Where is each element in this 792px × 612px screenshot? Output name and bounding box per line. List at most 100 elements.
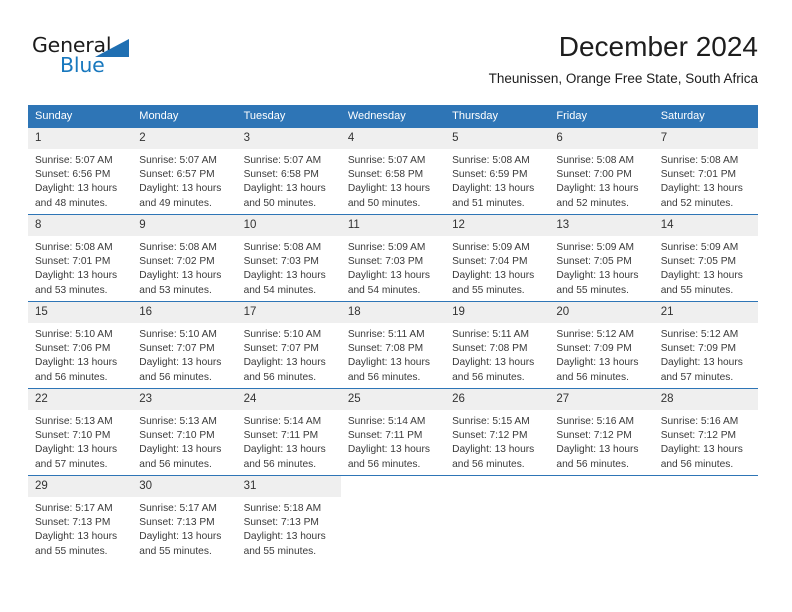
daylight-text: Daylight: 13 hours and 49 minutes. [139, 183, 222, 209]
sunset-text: Sunset: 7:01 PM [35, 256, 111, 268]
calendar-day-cell[interactable]: 17 Sunrise: 5:10 AM Sunset: 7:07 PM Dayligh… [236, 301, 341, 389]
sunrise-text: Sunrise: 5:15 AM [452, 416, 530, 427]
calendar-day-cell[interactable]: 18 Sunrise: 5:11 AM Sunset: 7:08 PM Dayligh… [340, 301, 446, 389]
calendar-day-cell[interactable]: 11 Sunrise: 5:09 AM Sunset: 7:03 PM Dayligh… [340, 214, 446, 302]
sunset-text: Sunset: 7:02 PM [139, 256, 215, 268]
day-details: Sunrise: 5:16 AM Sunset: 7:12 PM Daylight:… [654, 410, 758, 472]
sunrise-text: Sunrise: 5:10 AM [243, 329, 322, 340]
day-number: 31 [236, 476, 341, 497]
day-number: 4 [340, 128, 446, 149]
day-cell-inner: 8 Sunrise: 5:08 AM Sunset: 7:01 PM Daylight… [28, 215, 133, 301]
sunset-text: Sunset: 7:13 PM [139, 517, 215, 529]
sunrise-text: Sunrise: 5:14 AM [243, 416, 322, 427]
sunrise-text: Sunrise: 5:13 AM [35, 416, 113, 427]
sunset-text: Sunset: 7:07 PM [139, 343, 215, 355]
day-details: Sunrise: 5:08 AM Sunset: 7:03 PM Daylight:… [237, 236, 341, 298]
calendar-day-cell[interactable]: 1 Sunrise: 5:07 AM Sunset: 6:56 PM Daylight… [28, 127, 133, 215]
calendar-day-cell[interactable]: 24 Sunrise: 5:14 AM Sunset: 7:11 PM Dayligh… [236, 388, 341, 476]
calendar-day-cell[interactable]: 23 Sunrise: 5:13 AM Sunset: 7:10 PM Dayligh… [132, 388, 237, 476]
sunrise-text: Sunrise: 5:16 AM [556, 416, 634, 427]
calendar-day-cell[interactable]: 27 Sunrise: 5:16 AM Sunset: 7:12 PM Dayligh… [549, 388, 654, 476]
sunset-text: Sunset: 7:10 PM [139, 430, 215, 442]
day-details: Sunrise: 5:09 AM Sunset: 7:05 PM Daylight:… [549, 236, 653, 298]
calendar-day-cell[interactable]: 16 Sunrise: 5:10 AM Sunset: 7:07 PM Dayligh… [132, 301, 237, 389]
calendar-day-cell[interactable]: 12 Sunrise: 5:09 AM Sunset: 7:04 PM Dayligh… [445, 214, 550, 302]
sunrise-text: Sunrise: 5:16 AM [660, 416, 739, 427]
day-number: 1 [28, 128, 133, 149]
calendar-day-cell[interactable]: 25 Sunrise: 5:14 AM Sunset: 7:11 PM Dayligh… [340, 388, 446, 476]
calendar-day-cell[interactable]: 10 Sunrise: 5:08 AM Sunset: 7:03 PM Dayligh… [236, 214, 341, 302]
weekday-header-friday: Friday [549, 105, 654, 128]
sunset-text: Sunset: 7:03 PM [347, 256, 424, 268]
calendar-day-cell[interactable]: 22 Sunrise: 5:13 AM Sunset: 7:10 PM Dayligh… [28, 388, 133, 476]
sunrise-text: Sunrise: 5:11 AM [347, 329, 425, 340]
calendar-day-cell[interactable]: 31 Sunrise: 5:18 AM Sunset: 7:13 PM Dayligh… [236, 475, 341, 562]
calendar-day-cell[interactable]: 8 Sunrise: 5:08 AM Sunset: 7:01 PM Daylight… [28, 214, 133, 302]
title-block: December 2024 Theunissen, Orange Free St… [489, 30, 758, 87]
day-number [654, 476, 758, 497]
calendar-day-cell[interactable]: 13 Sunrise: 5:09 AM Sunset: 7:05 PM Dayligh… [549, 214, 654, 302]
day-number: 23 [132, 389, 237, 410]
daylight-text: Daylight: 13 hours and 51 minutes. [452, 183, 535, 209]
sunset-text: Sunset: 7:09 PM [556, 343, 632, 355]
day-cell-inner: 10 Sunrise: 5:08 AM Sunset: 7:03 PM Dayligh… [236, 215, 341, 301]
day-number: 30 [132, 476, 237, 497]
sunrise-text: Sunrise: 5:17 AM [35, 503, 113, 514]
calendar-day-cell[interactable]: 15 Sunrise: 5:10 AM Sunset: 7:06 PM Dayligh… [28, 301, 133, 389]
calendar-day-cell[interactable]: 6 Sunrise: 5:08 AM Sunset: 7:00 PM Daylight… [549, 127, 654, 215]
calendar-day-cell[interactable]: 3 Sunrise: 5:07 AM Sunset: 6:58 PM Daylight… [236, 127, 341, 215]
sunset-text: Sunset: 6:58 PM [243, 169, 319, 181]
calendar-day-cell[interactable]: 7 Sunrise: 5:08 AM Sunset: 7:01 PM Daylight… [653, 127, 758, 215]
daylight-text: Daylight: 13 hours and 57 minutes. [660, 357, 743, 383]
daylight-text: Daylight: 13 hours and 48 minutes. [35, 183, 118, 209]
daylight-text: Daylight: 13 hours and 57 minutes. [35, 444, 118, 470]
day-cell-inner: 30 Sunrise: 5:17 AM Sunset: 7:13 PM Dayligh… [132, 476, 237, 562]
calendar-day-cell[interactable]: 9 Sunrise: 5:08 AM Sunset: 7:02 PM Daylight… [132, 214, 237, 302]
calendar-day-cell[interactable]: 28 Sunrise: 5:16 AM Sunset: 7:12 PM Dayligh… [653, 388, 758, 476]
sunrise-text: Sunrise: 5:08 AM [660, 155, 739, 166]
calendar-day-cell[interactable]: 2 Sunrise: 5:07 AM Sunset: 6:57 PM Daylight… [132, 127, 237, 215]
day-cell-inner: 21 Sunrise: 5:12 AM Sunset: 7:09 PM Dayligh… [653, 302, 758, 388]
day-cell-inner: 5 Sunrise: 5:08 AM Sunset: 6:59 PM Daylight… [445, 128, 550, 214]
daylight-text: Daylight: 13 hours and 56 minutes. [243, 444, 326, 470]
day-cell-inner: 22 Sunrise: 5:13 AM Sunset: 7:10 PM Dayligh… [28, 389, 133, 475]
day-cell-inner: 19 Sunrise: 5:11 AM Sunset: 7:08 PM Dayligh… [445, 302, 550, 388]
calendar-day-cell[interactable]: 4 Sunrise: 5:07 AM Sunset: 6:58 PM Daylight… [340, 127, 446, 215]
day-details: Sunrise: 5:07 AM Sunset: 6:57 PM Daylight:… [132, 149, 236, 211]
logo-text-blue: Blue [60, 53, 105, 77]
calendar-day-cell[interactable]: 26 Sunrise: 5:15 AM Sunset: 7:12 PM Dayligh… [445, 388, 550, 476]
calendar-day-cell[interactable]: 20 Sunrise: 5:12 AM Sunset: 7:09 PM Dayligh… [549, 301, 654, 389]
sunset-text: Sunset: 7:11 PM [347, 430, 423, 442]
day-cell-inner [654, 476, 758, 562]
day-details: Sunrise: 5:08 AM Sunset: 6:59 PM Daylight:… [445, 149, 549, 211]
sunset-text: Sunset: 7:07 PM [243, 343, 319, 355]
day-number: 24 [236, 389, 341, 410]
weekday-header-monday: Monday [132, 105, 237, 128]
day-details: Sunrise: 5:14 AM Sunset: 7:11 PM Daylight:… [341, 410, 445, 472]
day-cell-inner: 29 Sunrise: 5:17 AM Sunset: 7:13 PM Dayligh… [28, 476, 133, 562]
calendar-day-cell[interactable]: 5 Sunrise: 5:08 AM Sunset: 6:59 PM Daylight… [445, 127, 550, 215]
calendar-day-cell[interactable]: 14 Sunrise: 5:09 AM Sunset: 7:05 PM Dayligh… [653, 214, 758, 302]
generalblue-logo[interactable]: General Blue [32, 34, 152, 82]
daylight-text: Daylight: 13 hours and 50 minutes. [347, 183, 430, 209]
calendar-day-cell[interactable]: 29 Sunrise: 5:17 AM Sunset: 7:13 PM Dayligh… [28, 475, 133, 562]
calendar-day-cell[interactable]: 19 Sunrise: 5:11 AM Sunset: 7:08 PM Dayligh… [445, 301, 550, 389]
calendar-day-cell[interactable]: 21 Sunrise: 5:12 AM Sunset: 7:09 PM Dayligh… [653, 301, 758, 389]
day-details: Sunrise: 5:08 AM Sunset: 7:01 PM Daylight:… [654, 149, 758, 211]
daylight-text: Daylight: 13 hours and 56 minutes. [35, 357, 118, 383]
sunset-text: Sunset: 7:10 PM [35, 430, 111, 442]
day-cell-inner: 7 Sunrise: 5:08 AM Sunset: 7:01 PM Daylight… [653, 128, 758, 214]
day-details: Sunrise: 5:11 AM Sunset: 7:08 PM Daylight:… [445, 323, 549, 385]
calendar-day-cell[interactable]: 30 Sunrise: 5:17 AM Sunset: 7:13 PM Dayligh… [132, 475, 237, 562]
daylight-text: Daylight: 13 hours and 55 minutes. [556, 270, 639, 296]
day-details: Sunrise: 5:07 AM Sunset: 6:58 PM Daylight:… [237, 149, 341, 211]
sunrise-text: Sunrise: 5:09 AM [556, 242, 634, 253]
calendar-body: 1 Sunrise: 5:07 AM Sunset: 6:56 PM Daylight… [28, 127, 758, 562]
daylight-text: Daylight: 13 hours and 56 minutes. [347, 444, 430, 470]
day-details: Sunrise: 5:08 AM Sunset: 7:01 PM Daylight:… [28, 236, 132, 298]
day-cell-inner: 31 Sunrise: 5:18 AM Sunset: 7:13 PM Dayligh… [236, 476, 341, 562]
day-number: 9 [132, 215, 237, 236]
day-number [549, 476, 653, 497]
day-cell-inner: 12 Sunrise: 5:09 AM Sunset: 7:04 PM Dayligh… [445, 215, 550, 301]
day-number: 25 [340, 389, 446, 410]
